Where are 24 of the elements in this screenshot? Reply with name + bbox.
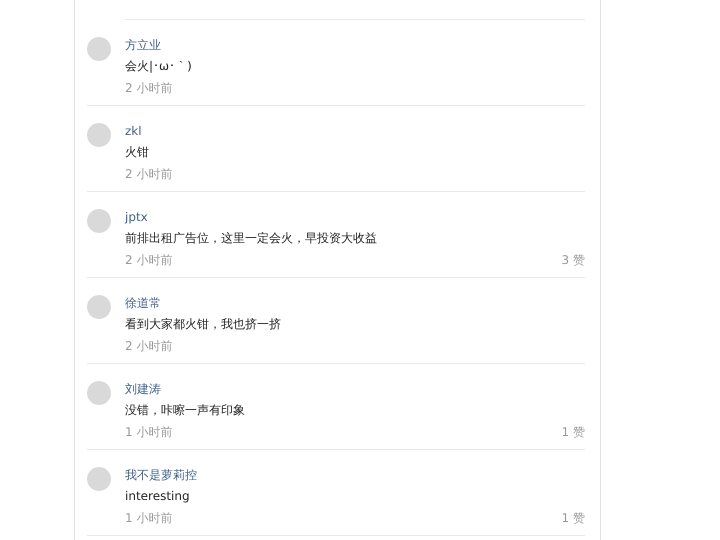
comment-text: 会火|･ω･｀) xyxy=(125,58,193,75)
avatar-placeholder xyxy=(87,295,111,319)
comment-author[interactable]: 我不是萝莉控 xyxy=(125,466,197,484)
comment-time: 1 小时前 xyxy=(125,424,172,441)
comment-time: 2 小时前 xyxy=(125,166,172,183)
comment-text: 没错，咔嚓一声有印象 xyxy=(125,402,246,419)
comment-text: 火钳 xyxy=(125,144,150,161)
avatar-placeholder xyxy=(87,37,111,61)
comment-text: interesting xyxy=(125,488,191,505)
avatar-placeholder xyxy=(87,381,111,405)
comment-author[interactable]: 刘建涛 xyxy=(125,380,161,398)
comment-time: 2 小时前 xyxy=(125,252,172,269)
avatar-placeholder xyxy=(87,209,111,233)
comment-text: 看到大家都火钳，我也挤一挤 xyxy=(125,316,282,333)
comment-text: 前排出租广告位，这里一定会火，早投资大收益 xyxy=(125,230,378,247)
comment-author[interactable]: 徐道常 xyxy=(125,294,161,312)
comment-author[interactable]: jptx xyxy=(125,208,148,226)
comment-time: 1 小时前 xyxy=(125,510,172,527)
comment-author[interactable]: 方立业 xyxy=(125,36,161,54)
comment-author[interactable]: zkl xyxy=(125,122,142,140)
avatar-placeholder xyxy=(87,123,111,147)
comment-time: 2 小时前 xyxy=(125,80,172,97)
avatar-placeholder xyxy=(87,467,111,491)
comment-time: 2 小时前 xyxy=(125,338,172,355)
